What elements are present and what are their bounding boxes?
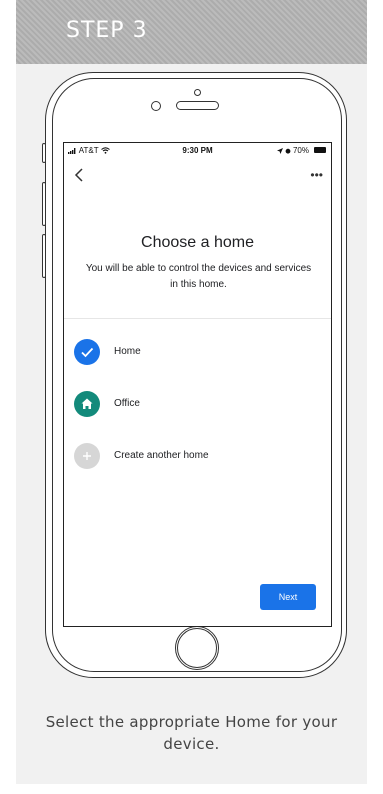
more-horizontal-icon[interactable]: •••: [310, 169, 323, 181]
phone-home-button-ring: [177, 628, 217, 668]
status-battery-percent: 70%: [276, 146, 309, 155]
option-label: Office: [114, 398, 140, 409]
create-home-option[interactable]: Create another home: [74, 443, 314, 469]
next-button[interactable]: Next: [260, 584, 316, 610]
phone-speaker: [176, 101, 219, 110]
location-icon: [276, 147, 283, 154]
step-header: STEP 3: [16, 0, 367, 64]
option-label: Home: [114, 346, 141, 357]
phone-screen: AT&T 9:30 PM 70% ••• Choose a home You w…: [63, 142, 332, 627]
phone-sensor: [194, 89, 201, 96]
step-title: STEP 3: [66, 18, 148, 43]
check-icon: [74, 339, 100, 365]
page-subtitle: You will be able to control the devices …: [85, 263, 312, 290]
option-label: Create another home: [114, 450, 209, 461]
instruction-caption: Select the appropriate Home for your dev…: [45, 713, 338, 753]
status-bar: AT&T 9:30 PM 70%: [64, 143, 331, 157]
divider: [64, 318, 331, 319]
chevron-left-icon[interactable]: [73, 167, 87, 183]
alarm-icon: [285, 148, 291, 154]
page-title: Choose a home: [141, 234, 254, 251]
battery-icon: [314, 147, 326, 153]
house-icon: [74, 391, 100, 417]
home-option-home[interactable]: Home: [74, 339, 314, 365]
plus-icon: [74, 443, 100, 469]
battery-label: 70%: [292, 146, 309, 155]
home-option-office[interactable]: Office: [74, 391, 314, 417]
phone-camera: [151, 101, 161, 111]
